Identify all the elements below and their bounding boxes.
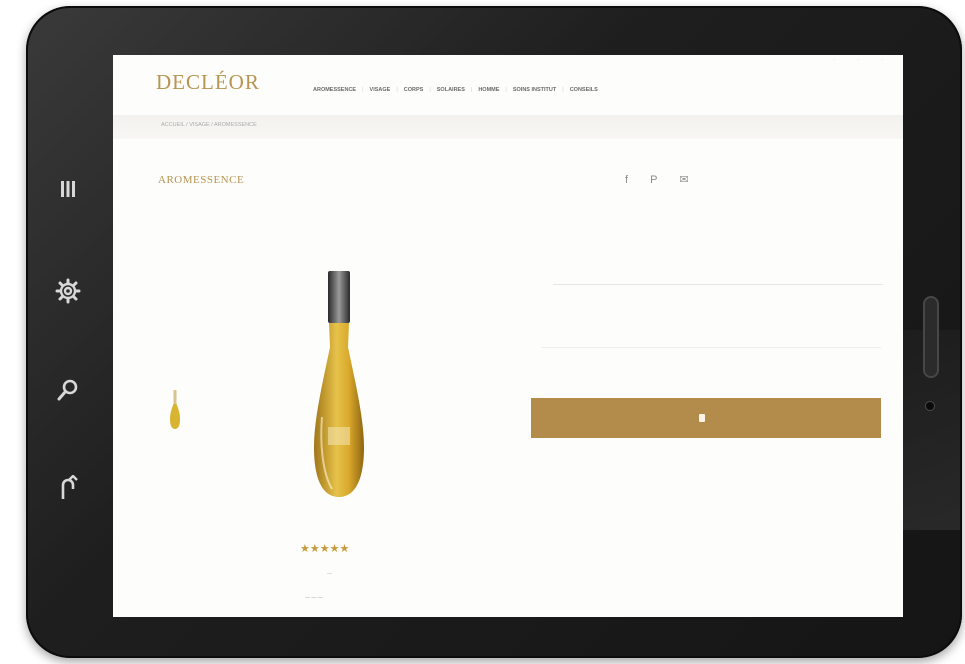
shopping-bag-icon: [699, 414, 705, 422]
camera: [925, 401, 935, 411]
nav-item[interactable]: HOMME: [478, 87, 499, 93]
share-back-icon[interactable]: [52, 472, 84, 504]
email-icon[interactable]: ✉: [679, 173, 688, 186]
product-image: [298, 267, 378, 507]
divider: [553, 284, 883, 285]
top-utility-bar: · · ·: [833, 57, 883, 63]
add-to-cart-button[interactable]: [531, 398, 881, 438]
nav-item[interactable]: VISAGE: [370, 87, 391, 93]
topbar-link[interactable]: ·: [857, 57, 859, 63]
gear-icon[interactable]: [52, 275, 84, 307]
divider: [541, 347, 881, 348]
breadcrumb[interactable]: ACCUEIL / VISAGE / AROMESSENCE: [161, 122, 257, 128]
topbar-link[interactable]: ·: [881, 57, 883, 63]
topbar-link[interactable]: ·: [833, 57, 835, 63]
main-nav: AROMESSENCE | VISAGE | CORPS | SOLAIRES | HO…: [313, 87, 598, 93]
menu-icon[interactable]: [52, 173, 84, 205]
product-title: AROMESSENCE: [158, 174, 245, 186]
write-review-link[interactable]: — — —: [305, 595, 323, 601]
nav-item[interactable]: SOINS INSTITUT: [513, 87, 556, 93]
home-button[interactable]: [923, 296, 939, 378]
pinterest-icon[interactable]: P: [650, 174, 657, 186]
review-count[interactable]: —: [327, 571, 332, 577]
nav-item[interactable]: CORPS: [404, 87, 424, 93]
share-icons: f P ✉: [625, 173, 689, 187]
brand-logo[interactable]: DECLÉOR: [156, 70, 260, 95]
nav-item[interactable]: CONSEILS: [570, 87, 598, 93]
search-icon[interactable]: [52, 374, 84, 406]
webpage-screen: · · · DECLÉOR AROMESSENCE | VISAGE | CORPS…: [113, 55, 903, 617]
facebook-icon[interactable]: f: [625, 174, 628, 186]
nav-item[interactable]: AROMESSENCE: [313, 87, 356, 93]
product-thumbnail[interactable]: [168, 388, 182, 430]
star-rating[interactable]: ★★★★★: [300, 542, 349, 555]
nav-item[interactable]: SOLAIRES: [437, 87, 465, 93]
